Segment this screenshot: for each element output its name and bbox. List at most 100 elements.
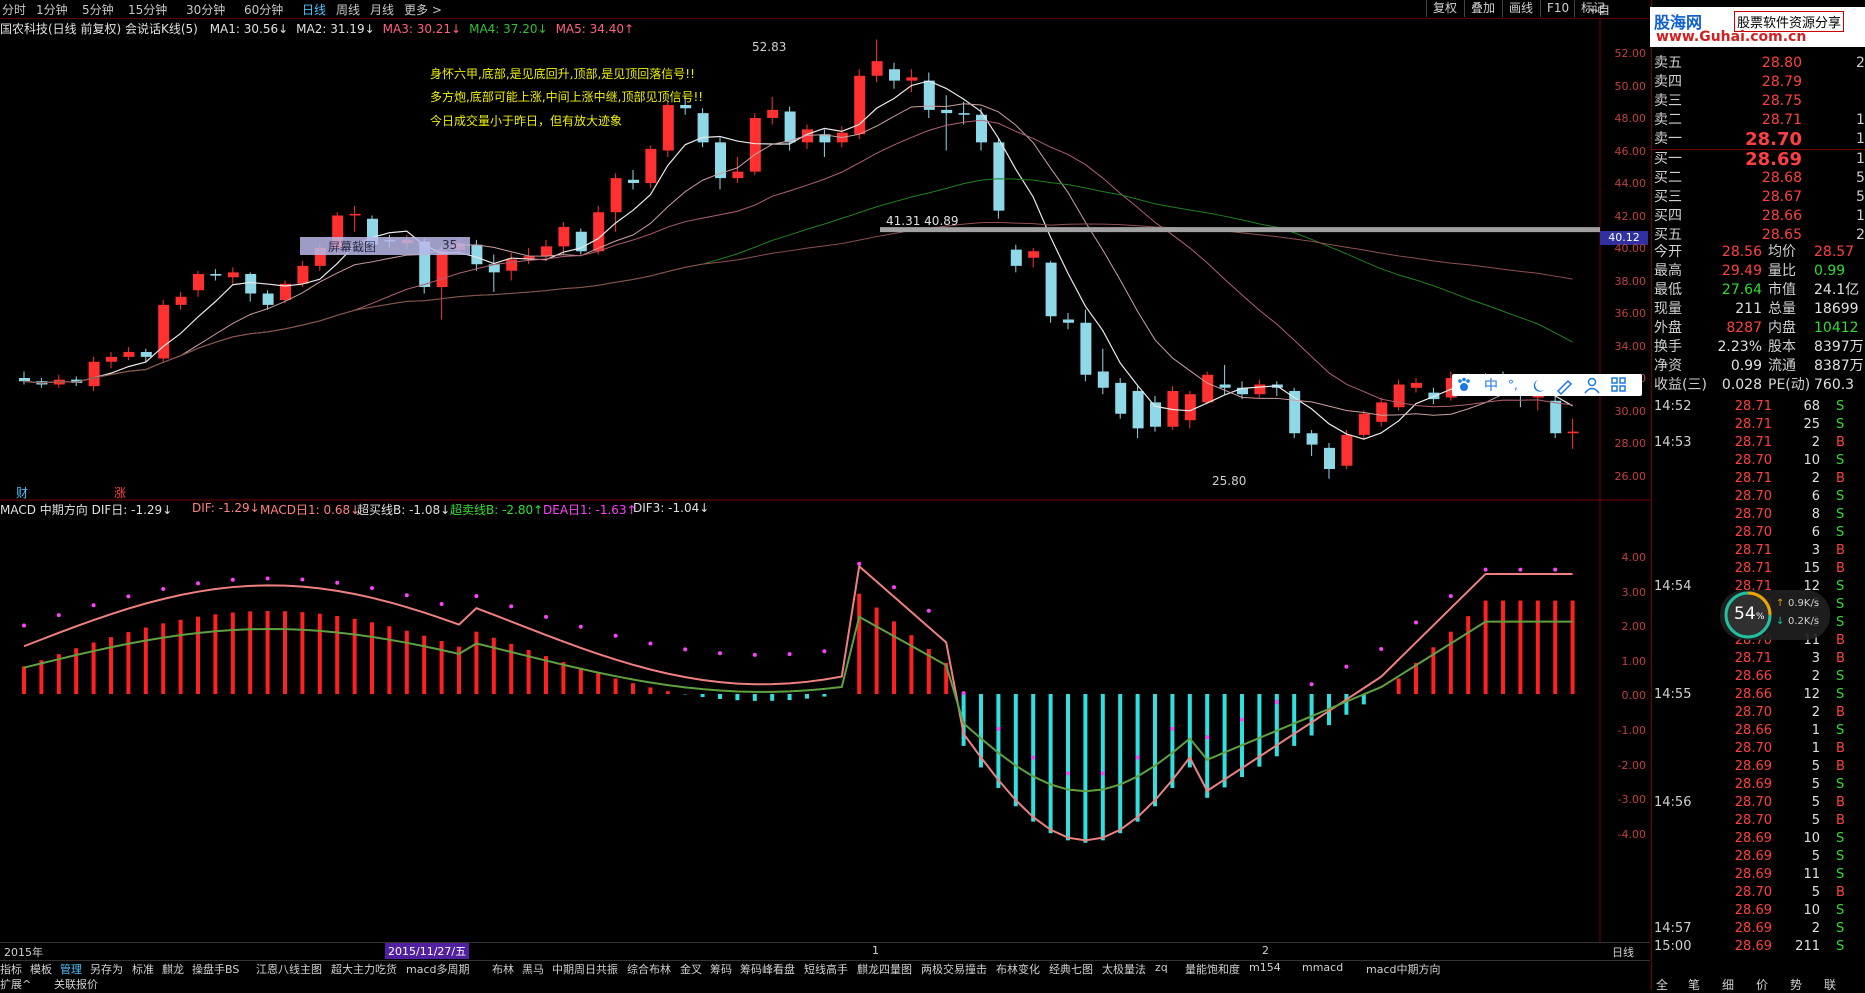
- timeframe-tab-1[interactable]: 1分钟: [36, 1, 68, 18]
- indicator-tab-8[interactable]: 超大主力吃货: [331, 961, 397, 977]
- ma-value-3: MA3: 30.21↓: [383, 22, 461, 36]
- quote-tab-all[interactable]: 全: [1656, 976, 1668, 993]
- indicator-tab-22[interactable]: 太极量法: [1102, 961, 1146, 977]
- indicator-tab-7[interactable]: 江恩八线主图: [256, 961, 322, 977]
- trade-side: S: [1836, 524, 1844, 542]
- indicator-tab-27[interactable]: macd中期方向: [1366, 961, 1441, 977]
- macd-bar: [735, 694, 739, 700]
- paw-icon[interactable]: [1458, 378, 1470, 391]
- year-label: 2015年: [4, 944, 43, 960]
- quote-tab[interactable]: 势: [1790, 976, 1802, 993]
- indicator-tab-15[interactable]: 筹码: [710, 961, 732, 977]
- indicator-tab-23[interactable]: zq: [1155, 961, 1168, 974]
- cursor-date: 2015/11/27/五: [385, 943, 469, 959]
- indicator-tab-11[interactable]: 黑马: [522, 961, 544, 977]
- indicator-tab-2[interactable]: 管理: [60, 961, 82, 977]
- stat-label: 换手: [1654, 338, 1682, 357]
- hline-label: 41.31 40.89: [886, 214, 959, 228]
- indicator-tab-21[interactable]: 经典七图: [1049, 961, 1093, 977]
- timeframe-tab-9[interactable]: 更多 >: [404, 1, 442, 18]
- toolbar-button-3[interactable]: F10: [1540, 0, 1575, 17]
- timeframe-tab-0[interactable]: 分时: [2, 1, 26, 18]
- ask-row[interactable]: 卖二28.7118: [1652, 111, 1865, 130]
- punctuation-icon[interactable]: °,: [1508, 378, 1518, 392]
- indicator-tab-25[interactable]: m154: [1249, 961, 1281, 974]
- macd-bar: [318, 614, 322, 694]
- quote-tab[interactable]: 笔: [1688, 976, 1700, 993]
- indicator-tab-5[interactable]: 麒龙: [162, 961, 184, 977]
- timeframe-tab-5[interactable]: 60分钟: [244, 1, 283, 18]
- indicator-tab-3[interactable]: 另存为: [90, 961, 123, 977]
- indicator-tab-10[interactable]: 布林: [492, 961, 514, 977]
- ask-label: 卖五: [1654, 54, 1682, 73]
- macd-legend-item: DIF3: -1.04↓: [633, 501, 709, 515]
- network-speed-widget[interactable]: 54 % ↑ 0.9K/s ↓ 0.2K/s: [1720, 590, 1830, 643]
- ask-row[interactable]: 卖五28.802: [1652, 54, 1865, 73]
- indicator-tab-24[interactable]: 量能饱和度: [1185, 961, 1240, 977]
- macd-bar: [335, 616, 339, 694]
- toolbar-button-2[interactable]: 画线: [1502, 0, 1539, 17]
- indicator-tab-4[interactable]: 标准: [132, 961, 154, 977]
- user-icon[interactable]: [1585, 379, 1599, 394]
- ask-label: 卖三: [1654, 92, 1682, 111]
- indicator-tab-20[interactable]: 布林变化: [996, 961, 1040, 977]
- ask-row[interactable]: 卖四28.79: [1652, 73, 1865, 92]
- timeframe-tab-4[interactable]: 30分钟: [186, 1, 225, 18]
- add-watch-button[interactable]: +自: [1588, 1, 1610, 18]
- timeframe-tab-7[interactable]: 周线: [336, 1, 360, 18]
- stat-value: 8287: [1702, 319, 1762, 338]
- trade-side: B: [1836, 560, 1845, 578]
- indicator-tab-1[interactable]: 模板: [30, 961, 52, 977]
- indicator-tab-0[interactable]: 指标: [0, 961, 22, 977]
- indicator-tab-26[interactable]: mmacd: [1302, 961, 1343, 974]
- quote-tab[interactable]: 价: [1756, 976, 1768, 993]
- indicator-tab-19[interactable]: 两极交易撞击: [921, 961, 987, 977]
- indicator-tab-14[interactable]: 金叉: [680, 961, 702, 977]
- timeframe-tab-3[interactable]: 15分钟: [128, 1, 167, 18]
- toolbar-button-1[interactable]: 叠加: [1464, 0, 1501, 17]
- low-price-label: 25.80: [1212, 474, 1246, 488]
- kline-chart[interactable]: [0, 18, 1650, 943]
- pen-icon[interactable]: [1558, 381, 1571, 394]
- macd-bar: [39, 660, 43, 694]
- grid-icon[interactable]: [1612, 378, 1625, 391]
- toolbar-button-0[interactable]: 复权: [1426, 0, 1463, 17]
- timeframe-tab-6[interactable]: 日线: [302, 1, 326, 18]
- indicator-tab-17[interactable]: 短线高手: [804, 961, 848, 977]
- trade-row: 28.6910S: [1652, 830, 1865, 848]
- quote-tab[interactable]: 细: [1722, 976, 1734, 993]
- ask-row[interactable]: 卖一28.7015: [1652, 130, 1865, 149]
- indicator-tab-12[interactable]: 中期周日共振: [552, 961, 618, 977]
- candle-body: [1133, 391, 1144, 428]
- timeframe-tab-8[interactable]: 月线: [370, 1, 394, 18]
- moon-icon[interactable]: [1534, 380, 1544, 392]
- quote-tab[interactable]: 联: [1824, 976, 1836, 993]
- limit-up-marker[interactable]: 涨: [114, 484, 126, 501]
- timeframe-tab-2[interactable]: 5分钟: [82, 1, 114, 18]
- trade-row: 28.705B: [1652, 812, 1865, 830]
- indicator-tab-9[interactable]: macd多周期: [406, 961, 470, 977]
- ask-label: 卖四: [1654, 73, 1682, 92]
- bid-row[interactable]: 买一28.6912: [1652, 150, 1865, 169]
- bid-row[interactable]: 买四28.6610: [1652, 207, 1865, 226]
- period-label[interactable]: 日线: [1612, 944, 1634, 960]
- candle-body: [680, 105, 691, 108]
- trade-price: 28.71: [1712, 542, 1772, 560]
- bid-row[interactable]: 买三28.675: [1652, 188, 1865, 207]
- chinese-mode-icon[interactable]: 中: [1484, 378, 1498, 394]
- indicator-tab-16[interactable]: 筹码峰看盘: [740, 961, 795, 977]
- candle-body: [89, 362, 100, 386]
- bid-row[interactable]: 买二28.6850: [1652, 169, 1865, 188]
- macd-bar: [231, 613, 235, 694]
- trade-row: 28.7115B: [1652, 560, 1865, 578]
- trade-side: B: [1836, 812, 1845, 830]
- indicator-tab-6[interactable]: 操盘手BS: [192, 961, 239, 977]
- finance-marker[interactable]: 财: [16, 484, 28, 501]
- ask-row[interactable]: 卖三28.75: [1652, 92, 1865, 111]
- indicator-tab-13[interactable]: 综合布林: [627, 961, 671, 977]
- indicator-tab-18[interactable]: 麒龙四量图: [857, 961, 912, 977]
- macd-bar: [1518, 601, 1522, 694]
- trade-price: 28.70: [1712, 452, 1772, 470]
- input-method-toolbar[interactable]: 中 °,: [1452, 374, 1642, 396]
- candle-body: [1254, 385, 1265, 395]
